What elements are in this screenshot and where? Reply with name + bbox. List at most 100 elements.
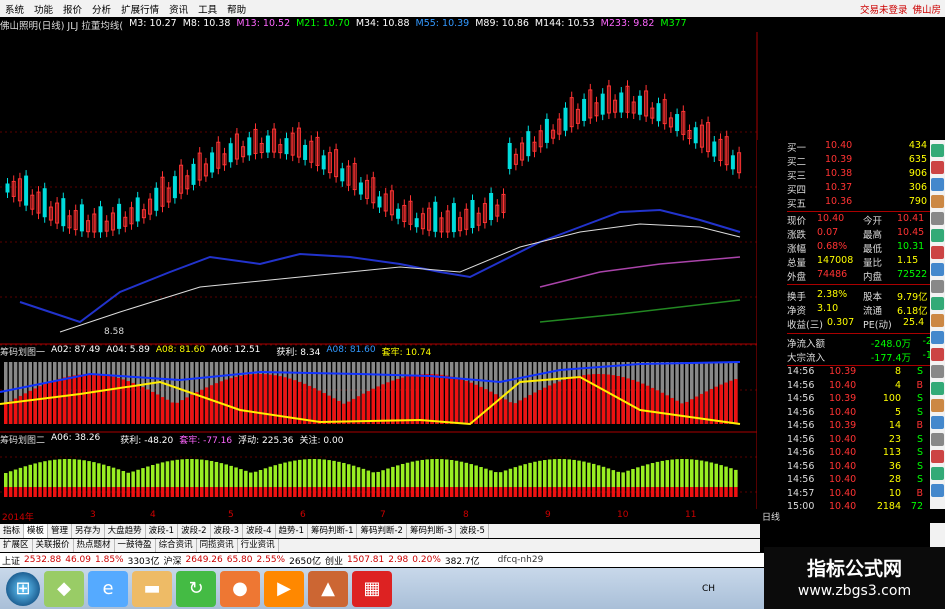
ind2-bar-red	[489, 487, 493, 497]
side-tool-icon[interactable]	[931, 212, 944, 225]
ind2-bar-red	[557, 487, 562, 497]
side-tool-icon[interactable]	[931, 450, 944, 463]
menu-item-function[interactable]: 功能	[29, 2, 58, 16]
candle-body	[340, 168, 345, 182]
menu-item-extended[interactable]: 扩展行情	[116, 2, 164, 16]
site-watermark: 指标公式网 www.zbgs3.com	[764, 547, 945, 609]
ind1-bar	[528, 395, 532, 424]
ma-label-9: M377	[660, 18, 687, 29]
ind1-bar	[577, 375, 581, 424]
ie-browser-icon[interactable]: e	[88, 570, 128, 607]
side-tool-icon[interactable]	[931, 484, 944, 497]
side-tool-icon[interactable]	[931, 382, 944, 395]
tab-wave-3[interactable]: 波段-3	[211, 524, 244, 538]
menu-item-news[interactable]: 资讯	[164, 2, 193, 16]
ind2-bar-green	[508, 468, 513, 487]
ind2-bar-green	[601, 466, 606, 487]
tab-wave-1[interactable]: 波段-1	[146, 524, 179, 538]
start-button-icon[interactable]: ⊞	[6, 571, 40, 606]
side-tool-icon[interactable]	[931, 365, 944, 378]
menu-item-system[interactable]: 系统	[0, 2, 29, 16]
ind2-bar-green	[449, 459, 454, 487]
tick-row: 14:56 10.39 8 S	[787, 366, 945, 380]
side-tool-icon[interactable]	[931, 178, 944, 191]
tab-chip-judge-3[interactable]: 筹码判断-3	[407, 524, 457, 538]
side-tool-icon[interactable]	[931, 297, 944, 310]
fox-app-icon[interactable]: ▲	[308, 570, 348, 607]
tab-extension[interactable]: 扩展区	[0, 539, 33, 552]
ind2-bar-green	[214, 461, 219, 487]
ind2-label-2: 套牢: -77.16	[179, 436, 233, 446]
tab-trend-1[interactable]: 趋势-1	[276, 524, 308, 538]
side-tool-icon[interactable]	[931, 399, 944, 412]
tab-chip-judge-1[interactable]: 筹码判断-1	[308, 524, 358, 538]
ind1-bar	[87, 374, 91, 424]
side-tool-icon[interactable]	[931, 229, 944, 242]
tick-time: 14:56	[787, 406, 815, 418]
input-method-label[interactable]: CH	[702, 584, 715, 594]
tab-general-news[interactable]: 综合资讯	[156, 539, 197, 552]
menu-item-tools[interactable]: 工具	[193, 2, 222, 16]
tab-indicator[interactable]: 指标	[0, 524, 25, 538]
side-tool-icon[interactable]	[931, 144, 944, 157]
side-tool-icon[interactable]	[931, 331, 944, 344]
order-row-0: 买一 10.40 434	[787, 140, 945, 154]
ind1-bar	[494, 394, 498, 424]
side-tool-icon[interactable]	[931, 348, 944, 361]
ind1-bar	[23, 393, 28, 424]
ind2-bar-green	[645, 464, 650, 487]
folder-icon[interactable]: ▬	[132, 570, 172, 607]
game-app-icon[interactable]: ◆	[44, 570, 84, 607]
side-tool-icon[interactable]	[931, 263, 944, 276]
trade-login-status[interactable]: 交易未登录	[855, 2, 913, 16]
candle-body	[377, 196, 382, 208]
side-tool-icon[interactable]	[931, 195, 944, 208]
side-tool-icon[interactable]	[931, 314, 944, 327]
ind2-bar-green	[366, 470, 371, 487]
stock-app-icon[interactable]: ▦	[352, 570, 392, 607]
ind1-label-3: A06: 12.51	[211, 345, 261, 355]
candle-body	[451, 203, 456, 233]
refresh-app-icon[interactable]: ↻	[176, 570, 216, 607]
candle-body	[228, 143, 233, 163]
media-player-icon[interactable]: ▶	[264, 570, 304, 607]
menu-item-analysis[interactable]: 分析	[87, 2, 116, 16]
menu-item-quote[interactable]: 报价	[58, 2, 87, 16]
menu-item-help[interactable]: 帮助	[222, 2, 251, 16]
side-tool-icon[interactable]	[931, 280, 944, 293]
side-tool-icon[interactable]	[931, 246, 944, 259]
tab-chip-judge-2[interactable]: 筹码判断-2	[357, 524, 407, 538]
indicator2-title-row: 筹码划图二 A06: 38.26 获利: -48.20 套牢: -77.16 浮…	[0, 433, 343, 446]
ind2-bar-red	[293, 487, 297, 497]
side-tool-icon[interactable]	[931, 467, 944, 480]
firefox-icon[interactable]: ●	[220, 570, 260, 607]
tab-industry-news[interactable]: 行业资讯	[238, 539, 279, 552]
order-row-4: 买五 10.36 790	[787, 196, 945, 210]
ind2-bar-green	[464, 462, 469, 487]
tab-market-trend[interactable]: 大盘趋势	[105, 524, 146, 538]
ind2-bar-green	[371, 472, 375, 487]
tab-save-as[interactable]: 另存为	[72, 524, 105, 538]
ind2-bar-red	[420, 487, 424, 497]
side-tool-icon[interactable]	[931, 416, 944, 429]
ind2-bar-red	[430, 487, 434, 497]
candle-body	[414, 218, 419, 228]
tab-yigu[interactable]: 一鼓待盈	[115, 539, 156, 552]
tab-related-quotes[interactable]: 关联报价	[33, 539, 74, 552]
side-tool-icon[interactable]	[931, 161, 944, 174]
tab-hot-topics[interactable]: 热点题材	[74, 539, 115, 552]
side-tool-icon[interactable]	[931, 433, 944, 446]
tab-wave-5[interactable]: 波段-5	[456, 524, 489, 538]
tick-list[interactable]: 14:56 10.39 8 S 14:56 10.40 4 B 14:56 10.39 100 S 14…	[787, 366, 945, 515]
ind1-bar	[48, 382, 52, 424]
ind2-bar-red	[445, 487, 449, 497]
candle-body	[544, 118, 549, 143]
tab-wave-4[interactable]: 波段-4	[243, 524, 276, 538]
ind2-bar-green	[400, 463, 405, 487]
period-label[interactable]: 日线	[762, 510, 780, 523]
tab-tonglan-news[interactable]: 同揽资讯	[197, 539, 238, 552]
ind1-bar	[18, 395, 23, 424]
tab-manage[interactable]: 管理	[48, 524, 73, 538]
tab-template[interactable]: 模板	[24, 524, 49, 538]
tab-wave-2[interactable]: 波段-2	[178, 524, 211, 538]
